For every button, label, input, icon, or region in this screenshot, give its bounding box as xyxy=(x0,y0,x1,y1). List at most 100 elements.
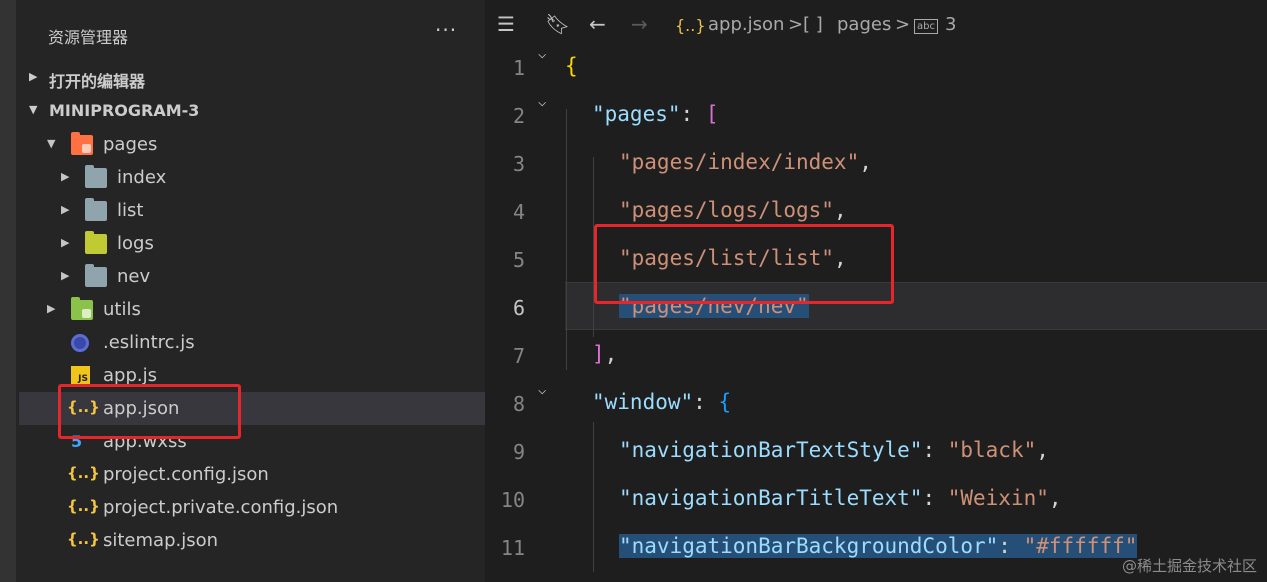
tree-item[interactable]: ▶ logs xyxy=(19,227,485,260)
fold-chevron-icon[interactable]: ⌵ xyxy=(538,46,546,62)
breadcrumb-file[interactable]: app.json xyxy=(708,14,784,35)
section-project-label: MINIPROGRAM-3 xyxy=(49,101,200,120)
annotation-box-app-json xyxy=(58,384,241,439)
code-line: ], xyxy=(592,342,617,366)
code-token: "Weixin" xyxy=(947,486,1049,510)
fold-chevron-icon[interactable]: ⌵ xyxy=(538,94,546,110)
tree-item[interactable]: ▶ utils xyxy=(19,293,485,326)
chevron-right-icon[interactable]: ▶ xyxy=(61,269,69,282)
code-editor[interactable]: 1 ⌵{2 ⌵ "pages": [3 "pages/index/index", 4 "pa… xyxy=(485,44,1267,582)
line-number: 8 xyxy=(512,392,525,416)
code-token: ] xyxy=(592,342,605,366)
line-number: 6 xyxy=(512,296,525,320)
javascript-file-icon: JS xyxy=(71,366,90,385)
tree-item[interactable]: {..} project.config.json xyxy=(19,458,485,491)
indent-guide xyxy=(593,422,594,572)
code-token: , xyxy=(833,198,847,222)
breadcrumb-index[interactable]: 3 xyxy=(945,14,956,35)
code-token: , xyxy=(1036,438,1049,462)
code-token: "pages" xyxy=(592,102,681,126)
tree-item[interactable]: ▼ pages xyxy=(19,128,485,161)
tree-item[interactable]: ▶ index xyxy=(19,161,485,194)
tree-item[interactable]: ▶ list xyxy=(19,194,485,227)
code-token: , xyxy=(859,150,872,174)
tree-item[interactable]: .eslintrc.js xyxy=(19,326,485,359)
list-icon[interactable]: ☰ xyxy=(497,12,515,36)
activity-bar xyxy=(0,0,19,582)
code-line: "navigationBarTextStyle": "black", xyxy=(619,438,1049,462)
folder-icon xyxy=(85,165,107,188)
folder-icon xyxy=(85,264,107,287)
code-token: "navigationBarTextStyle" xyxy=(619,438,923,462)
line-number: 1 xyxy=(512,56,525,80)
code-token: { xyxy=(565,54,578,78)
code-token: : xyxy=(998,534,1024,558)
annotation-box-list-route xyxy=(594,224,894,304)
folder-icon xyxy=(71,132,93,155)
folder-icon xyxy=(85,198,107,221)
line-number: 10 xyxy=(500,488,525,512)
code-token: : xyxy=(693,390,719,414)
code-token: { xyxy=(718,390,732,414)
line-number: 5 xyxy=(512,248,525,272)
code-token: "navigationBarTitleText" xyxy=(619,486,923,510)
code-token: "pages/logs/logs" xyxy=(619,198,834,222)
forward-arrow-icon[interactable]: → xyxy=(631,12,648,36)
explorer-sidebar: 资源管理器 ··· ▶ 打开的编辑器 ▼ MINIPROGRAM-3 ▼ page… xyxy=(19,0,485,582)
line-number: 7 xyxy=(512,344,525,368)
line-number: 9 xyxy=(512,440,525,464)
code-token: , xyxy=(1048,486,1062,510)
tree-item[interactable]: {..} sitemap.json xyxy=(19,524,485,557)
tree-item-label: index xyxy=(117,167,167,188)
chevron-down-icon: ▼ xyxy=(29,103,38,116)
code-line: "pages": [ xyxy=(592,102,718,126)
tree-item-label: utils xyxy=(103,299,141,320)
json-file-icon: {..} xyxy=(67,530,100,548)
breadcrumb-key[interactable]: pages xyxy=(837,14,891,35)
code-token: [ xyxy=(705,102,719,126)
line-number: 11 xyxy=(500,536,525,560)
section-open-editors[interactable]: ▶ 打开的编辑器 xyxy=(19,62,485,95)
code-token: "#ffffff" xyxy=(1023,534,1138,558)
breadcrumb-separator: > xyxy=(788,14,804,35)
code-line: "navigationBarBackgroundColor": "#ffffff… xyxy=(619,534,1138,558)
array-icon: [ ] xyxy=(803,14,823,35)
tree-item[interactable]: ▶ nev xyxy=(19,260,485,293)
section-project[interactable]: ▼ MINIPROGRAM-3 xyxy=(19,95,485,128)
code-token: , xyxy=(604,342,618,366)
folder-icon xyxy=(85,231,107,254)
json-file-icon: {..} xyxy=(67,464,100,482)
indent-guide xyxy=(566,109,567,370)
more-actions-icon[interactable]: ··· xyxy=(435,18,457,42)
tree-item-label: app.js xyxy=(103,365,157,386)
line-number: 3 xyxy=(512,152,525,176)
line-number: 4 xyxy=(512,200,525,224)
tree-item-label: sitemap.json xyxy=(103,530,219,551)
code-token: : xyxy=(922,438,948,462)
chevron-right-icon: ▶ xyxy=(29,70,38,83)
chevron-down-icon[interactable]: ▼ xyxy=(47,137,55,150)
chevron-right-icon[interactable]: ▶ xyxy=(61,203,69,216)
json-file-icon: {..} xyxy=(67,497,100,515)
watermark: @稀土掘金技术社区 xyxy=(1121,557,1257,575)
tree-item-label: logs xyxy=(117,233,154,254)
chevron-right-icon[interactable]: ▶ xyxy=(61,170,69,183)
fold-chevron-icon[interactable]: ⌵ xyxy=(538,382,546,398)
tree-item-label: list xyxy=(117,200,144,221)
code-line: "window": { xyxy=(592,390,731,414)
chevron-right-icon[interactable]: ▶ xyxy=(61,236,69,249)
breadcrumb-separator: > xyxy=(895,14,911,35)
explorer-title: 资源管理器 xyxy=(48,28,129,47)
back-arrow-icon[interactable]: ← xyxy=(589,12,606,36)
tree-item-label: nev xyxy=(117,266,151,287)
code-token: : xyxy=(922,486,948,510)
tree-item[interactable]: {..} project.private.config.json xyxy=(19,491,485,524)
section-open-editors-label: 打开的编辑器 xyxy=(49,72,146,91)
code-line: "pages/index/index", xyxy=(619,150,872,174)
code-token: : xyxy=(680,102,706,126)
breadcrumb: ☰ 🔖︎ ← → {..} app.json > [ ] pages > abc… xyxy=(485,8,1267,44)
code-token: "window" xyxy=(592,390,694,414)
bookmark-icon[interactable]: 🔖︎ xyxy=(545,12,570,36)
chevron-right-icon[interactable]: ▶ xyxy=(47,302,55,315)
code-token: "pages/index/index" xyxy=(619,150,860,174)
